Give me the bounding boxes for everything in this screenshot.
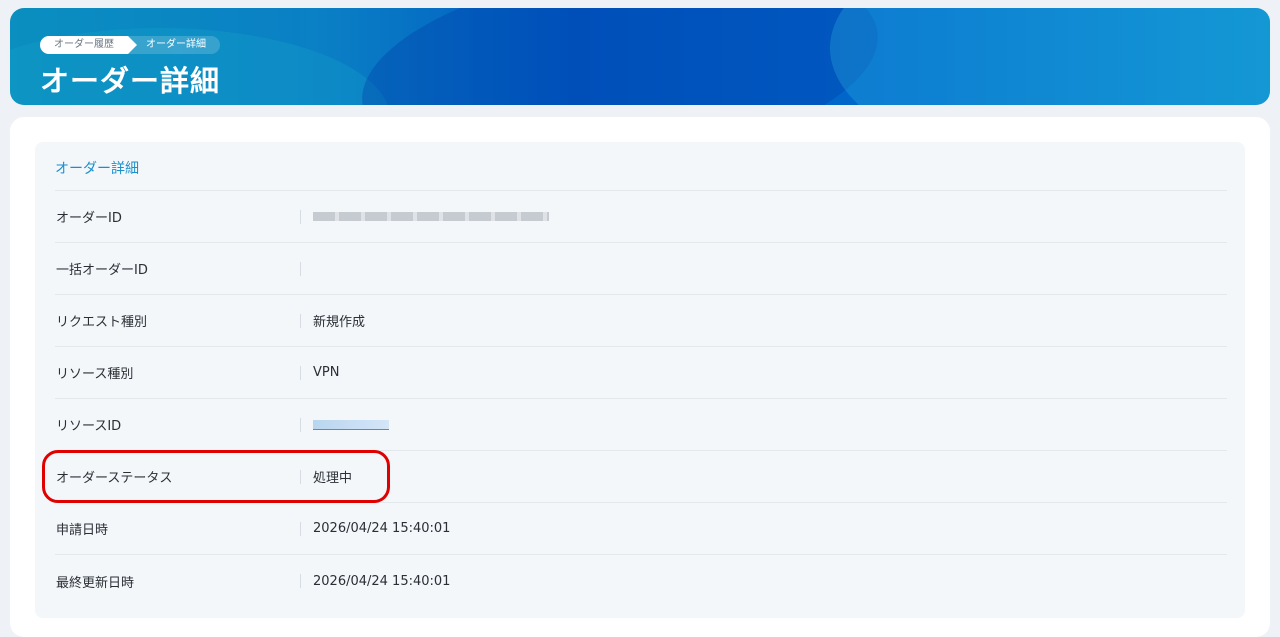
detail-row-resource-type: リソース種別 VPN bbox=[55, 347, 1227, 399]
detail-row-order-status: オーダーステータス 処理中 bbox=[55, 451, 1227, 503]
detail-row-applied-at: 申請日時 2026/04/24 15:40:01 bbox=[55, 503, 1227, 555]
detail-row-resource-id: リソースID bbox=[55, 399, 1227, 451]
divider bbox=[300, 365, 301, 380]
order-status-value: 処理中 bbox=[313, 471, 353, 486]
field-label: オーダーステータス bbox=[56, 471, 173, 486]
field-label: リソースID bbox=[56, 419, 122, 434]
field-value: 2026/04/24 15:40:01 bbox=[313, 573, 451, 589]
header-banner: オーダー履歴 オーダー詳細 オーダー詳細 bbox=[10, 8, 1270, 105]
banner-decoration bbox=[348, 8, 892, 105]
detail-row-bulk-order-id: 一括オーダーID bbox=[55, 243, 1227, 295]
field-label: リクエスト種別 bbox=[56, 315, 148, 330]
page-title: オーダー詳細 bbox=[40, 64, 221, 98]
field-value bbox=[313, 417, 389, 432]
field-label: 申請日時 bbox=[56, 523, 109, 538]
order-detail-panel: オーダー詳細 オーダーID 一括オーダーID リクエスト種別 新規作成 リソース bbox=[35, 142, 1245, 618]
field-value: 新規作成 bbox=[313, 315, 366, 330]
redacted-value bbox=[313, 212, 549, 221]
field-label: 一括オーダーID bbox=[56, 263, 148, 278]
detail-list: オーダーID 一括オーダーID リクエスト種別 新規作成 リソース種別 VPN bbox=[55, 190, 1227, 607]
detail-row-updated-at: 最終更新日時 2026/04/24 15:40:01 bbox=[55, 555, 1227, 607]
divider bbox=[300, 521, 301, 536]
field-label: リソース種別 bbox=[56, 367, 134, 382]
divider bbox=[300, 417, 301, 432]
field-label: 最終更新日時 bbox=[56, 575, 135, 591]
divider bbox=[300, 469, 301, 484]
resource-id-link[interactable] bbox=[313, 419, 389, 430]
field-label: オーダーID bbox=[56, 211, 122, 226]
divider bbox=[300, 574, 301, 588]
section-title: オーダー詳細 bbox=[55, 161, 139, 177]
divider bbox=[300, 261, 301, 276]
field-value: 2026/04/24 15:40:01 bbox=[313, 521, 451, 536]
field-value: VPN bbox=[313, 365, 340, 380]
breadcrumb-item-order-history[interactable]: オーダー履歴 bbox=[40, 36, 137, 54]
banner-decoration bbox=[830, 8, 1270, 105]
detail-row-request-type: リクエスト種別 新規作成 bbox=[55, 295, 1227, 347]
content-card: オーダー詳細 オーダーID 一括オーダーID リクエスト種別 新規作成 リソース bbox=[10, 117, 1270, 637]
breadcrumb: オーダー履歴 オーダー詳細 bbox=[40, 36, 220, 54]
field-value bbox=[313, 209, 549, 224]
breadcrumb-item-current: オーダー詳細 bbox=[128, 36, 220, 54]
divider bbox=[300, 313, 301, 328]
divider bbox=[300, 209, 301, 224]
detail-row-order-id: オーダーID bbox=[55, 191, 1227, 243]
